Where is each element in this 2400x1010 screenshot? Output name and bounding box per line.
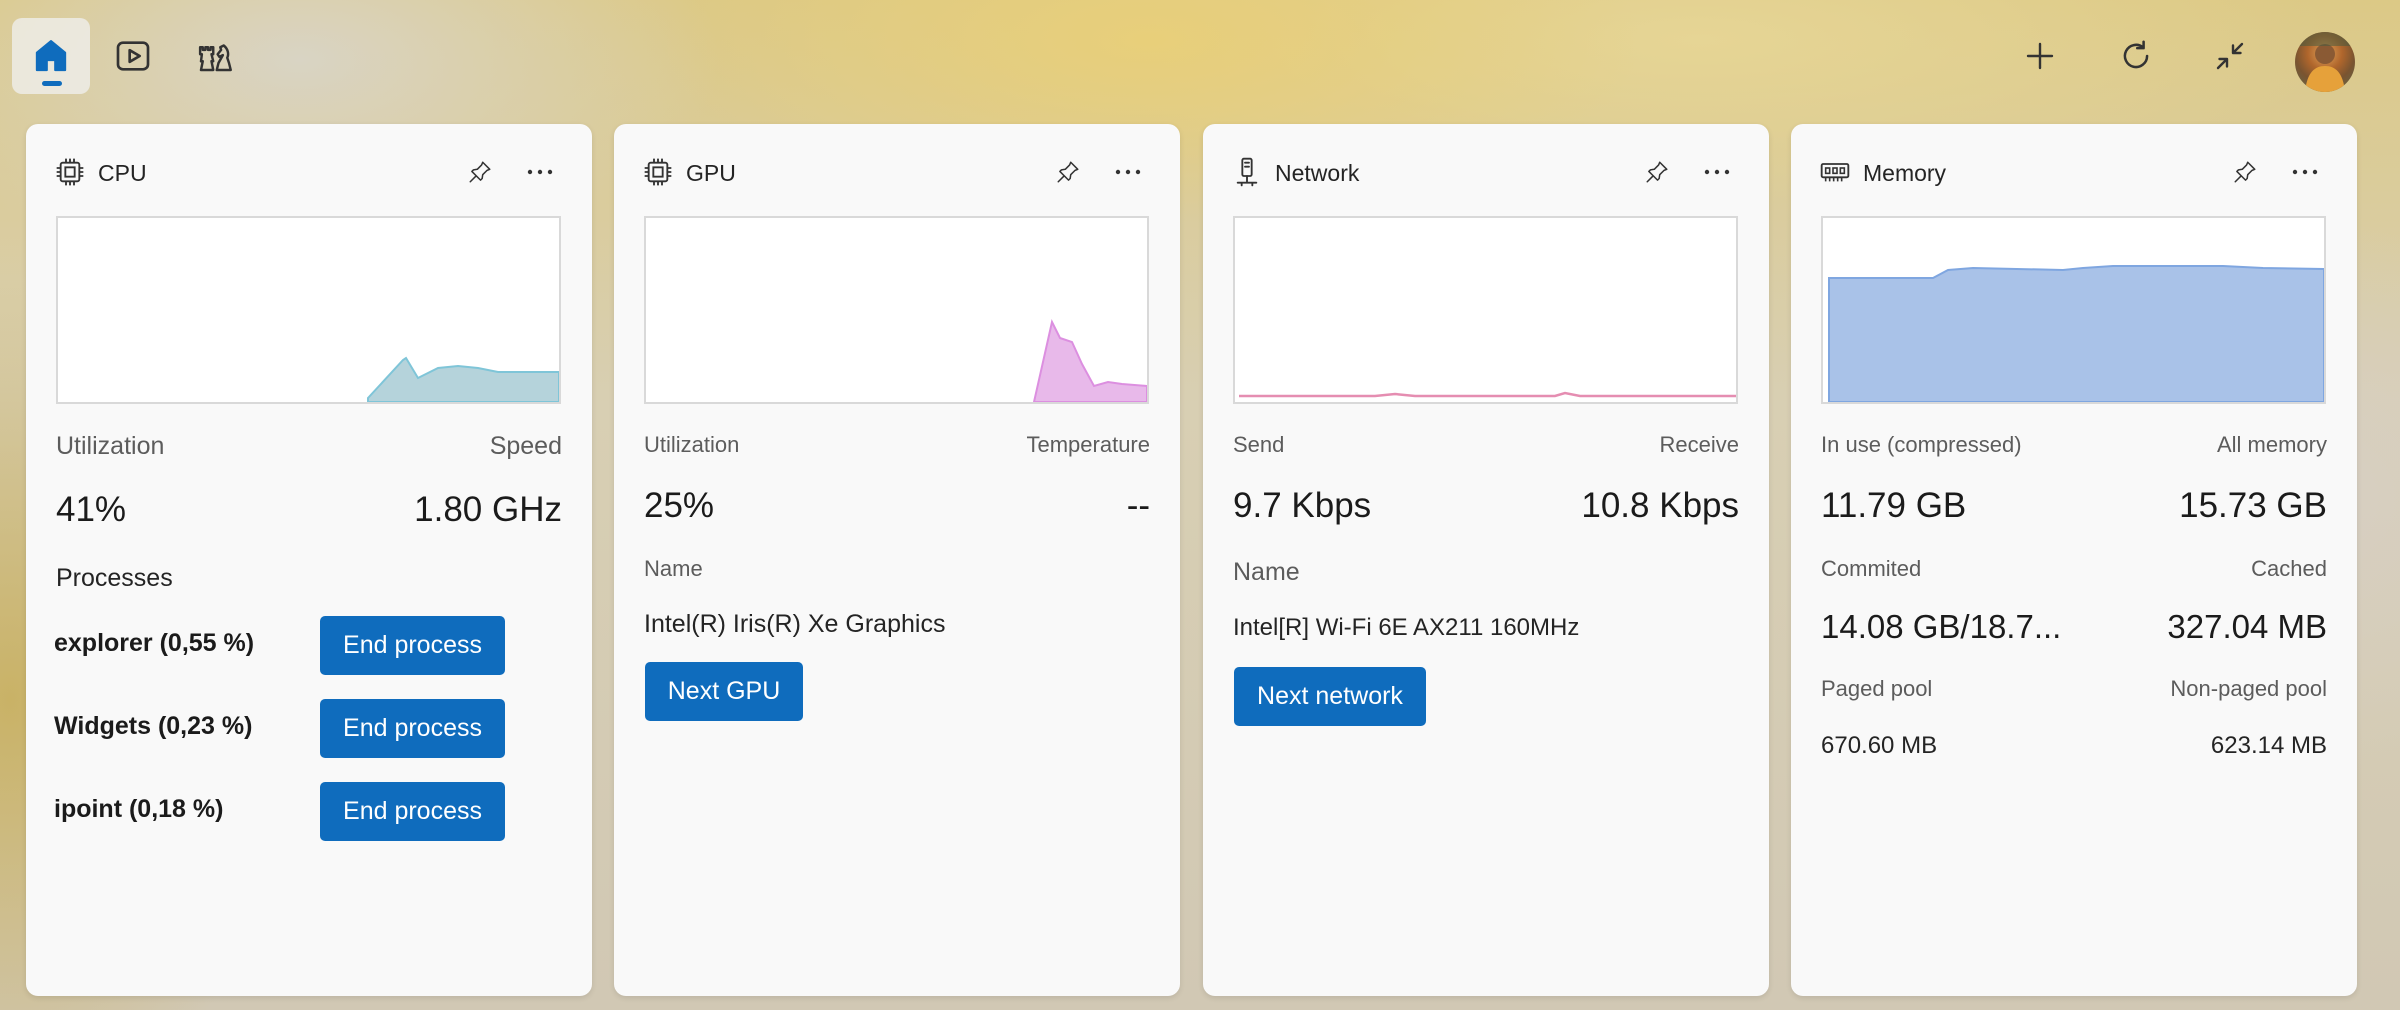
memory-all-value: 15.73 GB bbox=[2179, 486, 2327, 525]
pin-icon bbox=[1057, 161, 1079, 183]
process-name: ipoint (0,18 %) bbox=[54, 795, 224, 823]
gpu-utilization-chart bbox=[644, 216, 1149, 404]
pin-icon bbox=[469, 161, 491, 183]
collapse-icon bbox=[2216, 42, 2244, 70]
network-receive-label: Receive bbox=[1659, 432, 1739, 457]
network-name-label: Name bbox=[1233, 558, 1300, 586]
gpu-chart-area bbox=[1032, 319, 1147, 402]
collapse-button[interactable] bbox=[2202, 28, 2258, 84]
memory-widget-header: Memory bbox=[1819, 150, 2333, 194]
gpu-temperature-value: -- bbox=[1126, 486, 1150, 525]
cpu-widget: CPU Utilization Speed 41% 1.80 GHz Proce… bbox=[26, 124, 592, 996]
cpu-widget-header: CPU bbox=[54, 150, 568, 194]
memory-cached-label: Cached bbox=[2251, 556, 2327, 581]
next-network-button[interactable]: Next network bbox=[1234, 667, 1426, 726]
network-widget-header: Network bbox=[1231, 150, 1745, 194]
gpu-name-label: Name bbox=[644, 556, 703, 581]
pin-icon bbox=[1646, 161, 1668, 183]
memory-paged-pool-label: Paged pool bbox=[1821, 676, 1933, 701]
add-widget-button[interactable] bbox=[2012, 28, 2068, 84]
memory-nonpaged-pool-value: 623.14 MB bbox=[2210, 732, 2327, 759]
more-icon bbox=[2292, 169, 2318, 175]
cpu-chip-icon bbox=[56, 158, 84, 186]
memory-module-icon bbox=[1820, 163, 1850, 182]
gpu-title: GPU bbox=[686, 160, 736, 186]
cpu-pin-button[interactable] bbox=[462, 154, 498, 190]
network-adapter-icon bbox=[1236, 157, 1258, 187]
memory-chart-area bbox=[1828, 265, 2324, 402]
memory-widget: Memory In use (compressed) All memory 11… bbox=[1791, 124, 2357, 996]
cpu-more-button[interactable] bbox=[520, 154, 560, 190]
network-more-button[interactable] bbox=[1697, 154, 1737, 190]
more-icon bbox=[1115, 169, 1141, 175]
end-process-button[interactable]: End process bbox=[320, 699, 505, 758]
network-send-label: Send bbox=[1233, 432, 1285, 457]
network-send-value: 9.7 Kbps bbox=[1233, 486, 1372, 525]
memory-title: Memory bbox=[1863, 160, 1947, 186]
gpu-utilization-label: Utilization bbox=[644, 432, 740, 457]
end-process-button[interactable]: End process bbox=[320, 616, 505, 675]
add-icon bbox=[2026, 42, 2054, 70]
memory-pin-button[interactable] bbox=[2227, 154, 2263, 190]
cpu-utilization-label: Utilization bbox=[56, 432, 165, 460]
network-title: Network bbox=[1275, 160, 1360, 186]
network-chart-line bbox=[1239, 391, 1736, 398]
memory-paged-pool-value: 670.60 MB bbox=[1821, 732, 1938, 759]
processes-label: Processes bbox=[56, 564, 173, 592]
gpu-name-value: Intel(R) Iris(R) Xe Graphics bbox=[644, 610, 946, 638]
cpu-speed-value: 1.80 GHz bbox=[414, 490, 562, 529]
pin-icon bbox=[2234, 161, 2256, 183]
network-pin-button[interactable] bbox=[1639, 154, 1675, 190]
gpu-chip-icon bbox=[644, 158, 672, 186]
top-bar bbox=[0, 0, 2400, 118]
gpu-pin-button[interactable] bbox=[1050, 154, 1086, 190]
memory-in-use-label: In use (compressed) bbox=[1821, 432, 2022, 457]
network-throughput-chart bbox=[1233, 216, 1738, 404]
cpu-title: CPU bbox=[98, 160, 147, 186]
more-icon bbox=[527, 169, 553, 175]
memory-committed-label: Commited bbox=[1821, 556, 1922, 581]
memory-usage-chart bbox=[1821, 216, 2326, 404]
process-name: explorer (0,55 %) bbox=[54, 629, 255, 657]
refresh-button[interactable] bbox=[2108, 28, 2164, 84]
network-name-value: Intel[R] Wi-Fi 6E AX211 160MHz bbox=[1233, 614, 1580, 641]
memory-in-use-value: 11.79 GB bbox=[1821, 486, 1967, 525]
memory-all-label: All memory bbox=[2216, 432, 2327, 457]
play-icon bbox=[116, 41, 150, 71]
gpu-more-button[interactable] bbox=[1108, 154, 1148, 190]
cpu-chart-area bbox=[367, 356, 559, 402]
next-gpu-button[interactable]: Next GPU bbox=[645, 662, 803, 721]
network-receive-value: 10.8 Kbps bbox=[1581, 486, 1739, 525]
home-icon bbox=[35, 40, 67, 72]
avatar[interactable] bbox=[2295, 32, 2355, 92]
avatar-image bbox=[2295, 32, 2355, 92]
gpu-widget: GPU Utilization Temperature 25% -- Name … bbox=[614, 124, 1180, 996]
gpu-widget-header: GPU bbox=[642, 150, 1156, 194]
gpu-utilization-value: 25% bbox=[644, 486, 715, 525]
memory-nonpaged-pool-label: Non-paged pool bbox=[2170, 676, 2327, 701]
cpu-speed-label: Speed bbox=[489, 432, 562, 460]
tab-home[interactable] bbox=[12, 18, 90, 94]
gpu-temperature-label: Temperature bbox=[1026, 432, 1150, 457]
cpu-utilization-value: 41% bbox=[56, 490, 127, 529]
game-pieces-icon bbox=[198, 44, 232, 72]
more-icon bbox=[1704, 169, 1730, 175]
cpu-utilization-chart bbox=[56, 216, 561, 404]
process-name: Widgets (0,23 %) bbox=[54, 712, 253, 740]
refresh-icon bbox=[2123, 40, 2149, 69]
memory-more-button[interactable] bbox=[2285, 154, 2325, 190]
end-process-button[interactable]: End process bbox=[320, 782, 505, 841]
memory-committed-value: 14.08 GB/18.7... bbox=[1821, 608, 2062, 645]
memory-cached-value: 327.04 MB bbox=[2167, 608, 2327, 645]
active-tab-indicator bbox=[42, 81, 62, 86]
network-widget: Network Send Receive 9.7 Kbps 10.8 Kbps … bbox=[1203, 124, 1769, 996]
tab-games[interactable] bbox=[176, 18, 254, 94]
tab-media[interactable] bbox=[94, 18, 172, 94]
